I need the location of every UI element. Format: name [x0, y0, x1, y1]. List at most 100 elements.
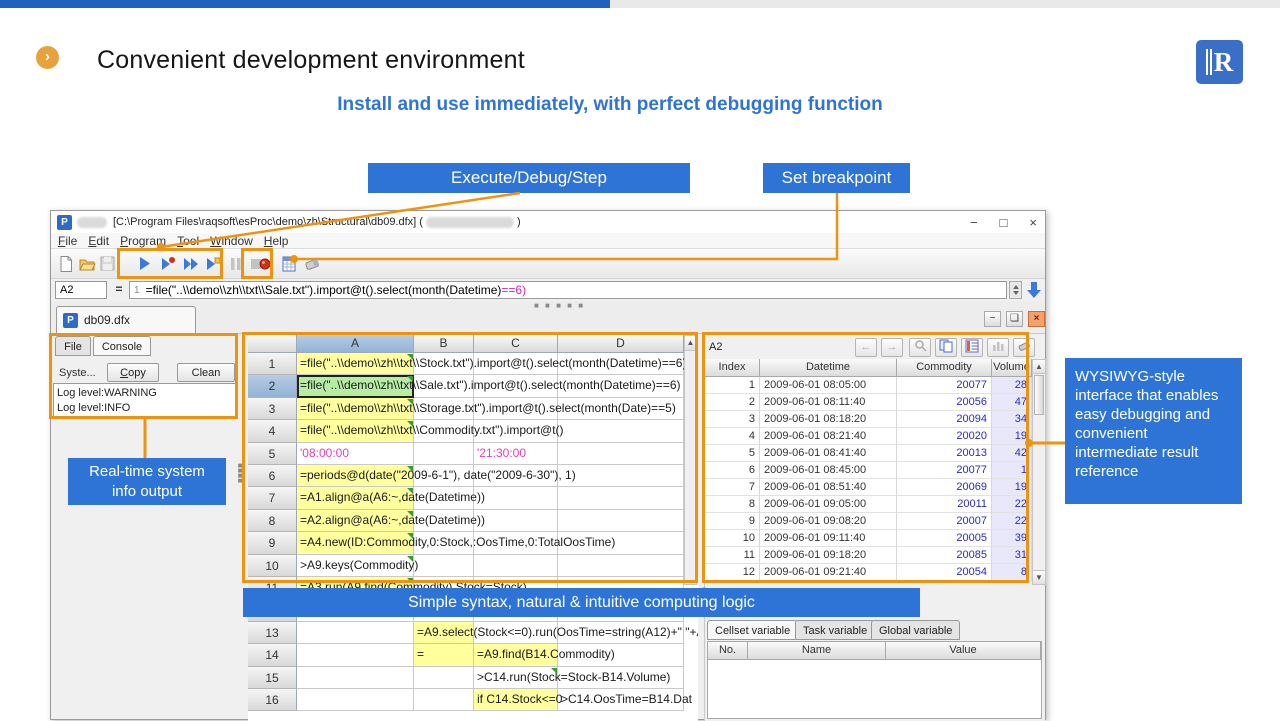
- close-button[interactable]: ×: [1029, 215, 1037, 230]
- row-header-14[interactable]: 14: [248, 644, 297, 666]
- scroll-thumb[interactable]: [1034, 375, 1044, 415]
- menu-tool[interactable]: Tool: [177, 234, 199, 248]
- row-header-2[interactable]: 2: [248, 375, 297, 397]
- equals-button[interactable]: =: [112, 281, 126, 299]
- cell-A14[interactable]: [297, 644, 414, 666]
- menu-file[interactable]: File: [58, 234, 77, 248]
- cell-marker-icon: [407, 533, 413, 539]
- callout-execute-debug-step: Execute/Debug/Step: [368, 163, 690, 193]
- cell-A15[interactable]: [297, 667, 414, 689]
- maximize-button[interactable]: □: [1000, 215, 1008, 230]
- save-icon[interactable]: [99, 255, 117, 273]
- column-header-D[interactable]: D: [558, 335, 684, 353]
- formula-input[interactable]: 1 =file("..\\demo\\zh\\txt\\Sale.txt").i…: [129, 281, 1007, 299]
- column-header-C[interactable]: C: [474, 335, 558, 353]
- list-view-icon[interactable]: [961, 338, 983, 357]
- splitter-handle[interactable]: ■ ■ ■ ■ ■: [534, 301, 585, 310]
- breakpoint-icon[interactable]: [256, 255, 274, 273]
- mdi-restore-button[interactable]: ❏: [1006, 311, 1023, 327]
- menu-window[interactable]: Window: [210, 234, 253, 248]
- splitter-handle-left[interactable]: ■■■■: [237, 463, 243, 483]
- scroll-down-icon[interactable]: ▼: [1033, 570, 1045, 584]
- result-col-index[interactable]: Index: [705, 359, 760, 377]
- redacted-text: [77, 217, 107, 228]
- menu-edit[interactable]: Edit: [88, 234, 109, 248]
- tab-db09[interactable]: P db09.dfx: [56, 306, 196, 333]
- minimize-button[interactable]: −: [970, 215, 978, 230]
- result-scrollbar[interactable]: ▲ ▼: [1032, 359, 1046, 585]
- cell-marker-icon: [407, 376, 413, 382]
- result-col-datetime[interactable]: Datetime: [760, 359, 897, 377]
- formula-spinner[interactable]: [1009, 281, 1022, 299]
- row-header-4[interactable]: 4: [248, 420, 297, 442]
- row-header-10[interactable]: 10: [248, 555, 297, 577]
- row-header-1[interactable]: 1: [248, 353, 297, 375]
- row-header-13[interactable]: 13: [248, 622, 297, 644]
- step-into-icon[interactable]: [204, 255, 222, 273]
- step-icon[interactable]: [182, 255, 200, 273]
- tab-global-variable[interactable]: Global variable: [871, 620, 960, 640]
- cell-B10[interactable]: [414, 555, 474, 577]
- clean-button[interactable]: Clean: [177, 363, 235, 382]
- cell-B5[interactable]: [414, 443, 474, 465]
- window-title: [C:\Program Files\raqsoft\esProc\demo\zh…: [113, 216, 423, 228]
- cell-A13[interactable]: [297, 622, 414, 644]
- column-header-B[interactable]: B: [414, 335, 474, 353]
- cell-D10[interactable]: [558, 555, 684, 577]
- cell-D6[interactable]: [558, 465, 684, 487]
- cell-B16[interactable]: [414, 689, 474, 711]
- cell-reference-box[interactable]: A2: [55, 281, 107, 299]
- cell-A16[interactable]: [297, 689, 414, 711]
- chart-icon[interactable]: [987, 338, 1009, 357]
- clear-icon[interactable]: [303, 255, 321, 273]
- grid-scrollbar[interactable]: ▲: [684, 335, 697, 585]
- row-header-7[interactable]: 7: [248, 487, 297, 509]
- tab-console[interactable]: Console: [93, 336, 151, 356]
- tab-task-variable[interactable]: Task variable: [795, 620, 875, 640]
- result-cell: 3: [705, 411, 760, 428]
- cell-C7[interactable]: [474, 487, 558, 509]
- eraser-icon[interactable]: [1013, 338, 1035, 357]
- run-icon[interactable]: [136, 255, 154, 273]
- mdi-close-button[interactable]: ×: [1028, 311, 1045, 327]
- back-icon[interactable]: ←: [855, 338, 877, 357]
- row-header-5[interactable]: 5: [248, 443, 297, 465]
- row-header-8[interactable]: 8: [248, 510, 297, 532]
- search-icon[interactable]: [909, 338, 931, 357]
- row-header-6[interactable]: 6: [248, 465, 297, 487]
- scroll-up-icon[interactable]: ▲: [1033, 360, 1045, 374]
- row-header-3[interactable]: 3: [248, 398, 297, 420]
- result-col-commodity[interactable]: Commodity: [897, 359, 992, 377]
- tab-cellset-variable[interactable]: Cellset variable: [707, 620, 798, 640]
- row-header-15[interactable]: 15: [248, 667, 297, 689]
- copy-data-icon[interactable]: [935, 338, 957, 357]
- column-header-A[interactable]: A: [297, 335, 414, 353]
- forward-icon[interactable]: →: [881, 338, 903, 357]
- menu-program[interactable]: Program: [120, 234, 166, 248]
- var-col-no[interactable]: No.: [708, 642, 748, 660]
- cell-C10[interactable]: [474, 555, 558, 577]
- cell-D4[interactable]: [558, 420, 684, 442]
- cell-D7[interactable]: [558, 487, 684, 509]
- calc-grid-icon[interactable]: [280, 255, 298, 273]
- cell-C8[interactable]: [474, 510, 558, 532]
- var-col-name[interactable]: Name: [748, 642, 886, 660]
- menu-help[interactable]: Help: [264, 234, 289, 248]
- spreadsheet[interactable]: ABCD1=file("..\\demo\\zh\\txt\\Stock.txt…: [248, 335, 698, 721]
- new-file-icon[interactable]: [57, 255, 75, 273]
- copy-button[interactable]: Copy: [107, 363, 159, 382]
- result-col-volume[interactable]: Volume: [992, 359, 1032, 377]
- cell-B15[interactable]: [414, 667, 474, 689]
- debug-run-icon[interactable]: [159, 255, 177, 273]
- pause-icon[interactable]: [227, 255, 245, 273]
- open-file-icon[interactable]: [78, 255, 96, 273]
- tab-file[interactable]: File: [55, 336, 91, 356]
- scroll-up-icon[interactable]: ▲: [685, 336, 696, 351]
- grid-corner[interactable]: [248, 335, 297, 353]
- row-header-9[interactable]: 9: [248, 532, 297, 554]
- cell-D5[interactable]: [558, 443, 684, 465]
- mdi-minimize-button[interactable]: −: [984, 311, 1001, 327]
- cell-D8[interactable]: [558, 510, 684, 532]
- var-col-value[interactable]: Value: [886, 642, 1041, 660]
- row-header-16[interactable]: 16: [248, 689, 297, 711]
